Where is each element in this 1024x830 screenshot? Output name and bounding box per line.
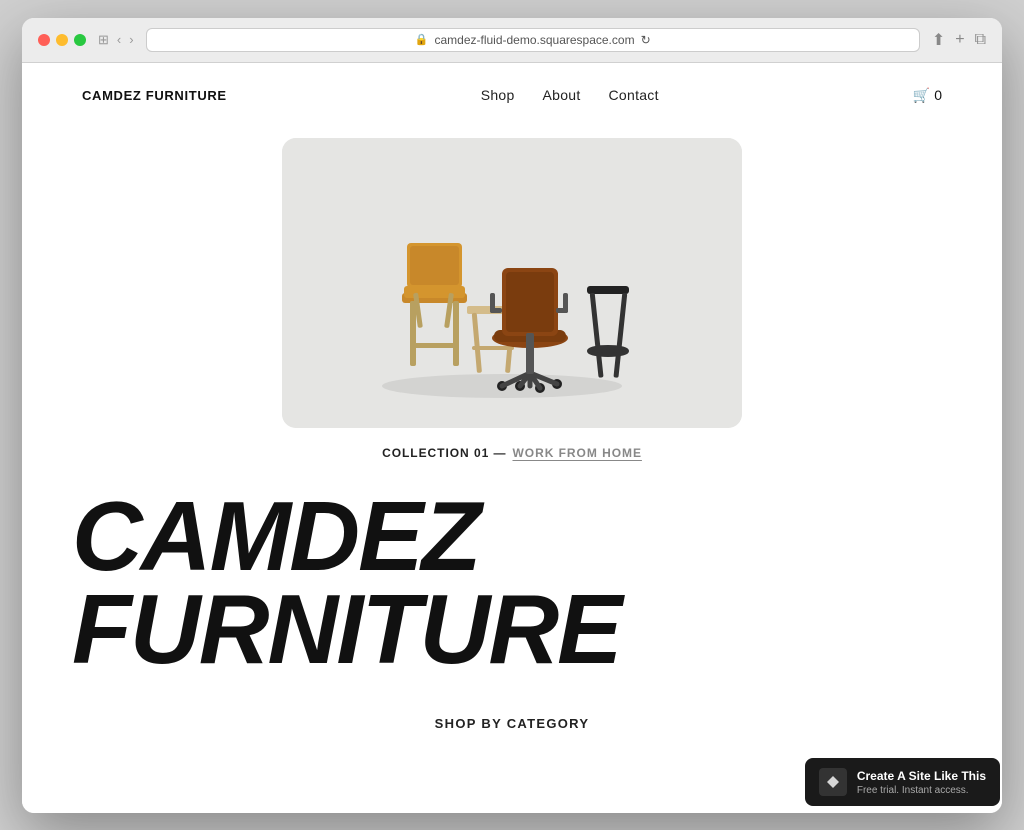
sidebar-toggle-icon[interactable]: ⊞ [98, 32, 109, 48]
window-controls: ⊞ ‹ › [98, 32, 134, 48]
collection-prefix: COLLECTION 01 — [382, 446, 506, 460]
close-button[interactable] [38, 34, 50, 46]
forward-icon[interactable]: › [129, 32, 133, 47]
main-content: COLLECTION 01 — WORK FROM HOME CAMDEZ FU… [22, 128, 1002, 771]
nav-about[interactable]: About [543, 87, 581, 103]
browser-actions: ⬆ + ⧉ [932, 30, 986, 50]
badge-title: Create A Site Like This [857, 769, 986, 783]
nav-contact[interactable]: Contact [609, 87, 659, 103]
cart-area[interactable]: 🛒 0 [913, 87, 942, 104]
lock-icon: 🔒 [415, 33, 429, 46]
traffic-lights [38, 34, 86, 46]
headline-section: CAMDEZ FURNITURE [22, 460, 1002, 686]
site-nav: Shop About Contact [481, 87, 659, 103]
cart-icon: 🛒 [913, 87, 930, 104]
badge-subtitle: Free trial. Instant access. [857, 785, 986, 796]
squarespace-badge-text: Create A Site Like This Free trial. Inst… [857, 769, 986, 796]
collection-link[interactable]: WORK FROM HOME [512, 446, 641, 460]
cart-count: 0 [934, 87, 942, 103]
squarespace-logo-icon [819, 768, 847, 796]
new-tab-icon[interactable]: + [955, 31, 964, 49]
website-content: CAMDEZ FURNITURE Shop About Contact 🛒 0 [22, 63, 1002, 813]
site-header: CAMDEZ FURNITURE Shop About Contact 🛒 0 [22, 63, 1002, 128]
minimize-button[interactable] [56, 34, 68, 46]
refresh-icon[interactable]: ↻ [641, 33, 651, 47]
maximize-button[interactable] [74, 34, 86, 46]
product-image-card [282, 138, 742, 428]
hero-section: COLLECTION 01 — WORK FROM HOME [22, 138, 1002, 460]
back-icon[interactable]: ‹ [117, 32, 121, 47]
url-text: camdez-fluid-demo.squarespace.com [434, 33, 634, 47]
share-icon[interactable]: ⬆ [932, 30, 945, 50]
collection-label: COLLECTION 01 — WORK FROM HOME [382, 446, 642, 460]
address-bar[interactable]: 🔒 camdez-fluid-demo.squarespace.com ↻ [146, 28, 920, 52]
shop-category-label: SHOP BY CATEGORY [82, 716, 942, 731]
main-headline: CAMDEZ FURNITURE [72, 490, 952, 676]
copy-tab-icon[interactable]: ⧉ [975, 31, 986, 49]
site-logo[interactable]: CAMDEZ FURNITURE [82, 88, 227, 103]
browser-chrome: ⊞ ‹ › 🔒 camdez-fluid-demo.squarespace.co… [22, 18, 1002, 63]
browser-window: ⊞ ‹ › 🔒 camdez-fluid-demo.squarespace.co… [22, 18, 1002, 813]
squarespace-badge[interactable]: Create A Site Like This Free trial. Inst… [805, 758, 1000, 806]
nav-shop[interactable]: Shop [481, 87, 515, 103]
chairs-svg [282, 138, 742, 428]
